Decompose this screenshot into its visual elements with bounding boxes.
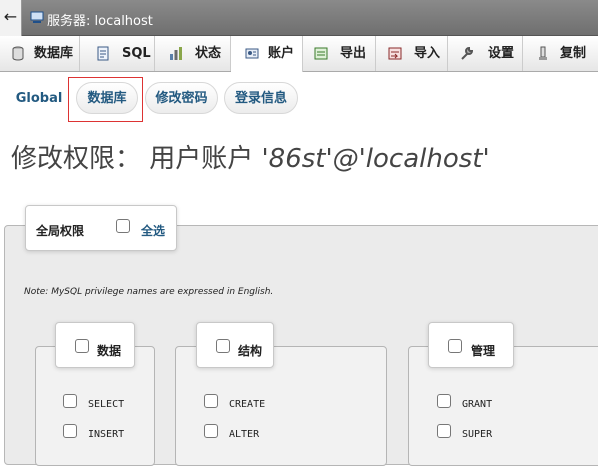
- priv-insert-checkbox[interactable]: [63, 424, 77, 438]
- tab-replication[interactable]: 复制: [523, 36, 598, 71]
- subtab-global[interactable]: Global: [10, 82, 68, 114]
- tab-databases[interactable]: 数据库: [0, 36, 80, 71]
- group-data-label: 数据: [97, 344, 122, 358]
- title-bar: ← 服务器: localhost: [0, 0, 598, 36]
- group-data-checkbox[interactable]: [75, 339, 89, 353]
- export-icon: [314, 47, 328, 60]
- main-tabs: 数据库 SQL 状态 账户 导出 导入 设置 复制: [0, 36, 598, 72]
- subtab-login-info[interactable]: 登录信息: [224, 82, 298, 114]
- group-admin-checkbox[interactable]: [448, 339, 462, 353]
- accounts-icon: [245, 48, 259, 59]
- status-icon: [170, 47, 182, 60]
- priv-select-checkbox[interactable]: [63, 394, 77, 408]
- priv-grant-label: GRANT: [462, 399, 493, 410]
- group-admin-legend: 管理: [428, 322, 514, 368]
- wrench-icon: [461, 46, 474, 60]
- global-privileges-legend: 全局权限 全选: [25, 205, 177, 251]
- database-icon: [12, 46, 24, 61]
- select-all-checkbox[interactable]: [116, 219, 130, 233]
- back-arrow-icon[interactable]: ←: [0, 0, 22, 36]
- select-all-link[interactable]: 全选: [141, 222, 165, 239]
- tab-export[interactable]: 导出: [303, 36, 376, 71]
- page-title-user: '86st'@'localhost': [261, 144, 490, 174]
- group-data-legend: 数据: [55, 322, 135, 368]
- priv-select-label: SELECT: [88, 399, 125, 410]
- window-title: 服务器: localhost: [47, 14, 153, 29]
- replication-icon: [539, 46, 547, 60]
- tab-status[interactable]: 状态: [155, 36, 231, 71]
- priv-insert-label: INSERT: [88, 429, 125, 440]
- import-icon: [388, 47, 402, 60]
- priv-grant-checkbox[interactable]: [437, 394, 451, 408]
- priv-create-checkbox[interactable]: [204, 394, 218, 408]
- group-structure-checkbox[interactable]: [216, 339, 230, 353]
- tab-sql[interactable]: SQL: [80, 36, 155, 71]
- priv-create-label: CREATE: [229, 399, 266, 410]
- priv-alter-label: ALTER: [229, 429, 260, 440]
- group-structure-label: 结构: [238, 344, 263, 358]
- tab-settings[interactable]: 设置: [448, 36, 523, 71]
- group-admin-label: 管理: [471, 344, 496, 358]
- sql-icon: [97, 46, 109, 61]
- subtab-change-password[interactable]: 修改密码: [145, 82, 218, 114]
- tab-accounts[interactable]: 账户: [231, 36, 303, 72]
- highlight-box: [68, 77, 143, 122]
- priv-alter-checkbox[interactable]: [204, 424, 218, 438]
- page-title-prefix: 修改权限： 用户账户: [11, 144, 262, 174]
- group-structure-legend: 结构: [196, 322, 274, 368]
- server-icon: [30, 11, 44, 23]
- tab-import[interactable]: 导入: [376, 36, 448, 71]
- priv-super-label: SUPER: [462, 429, 493, 440]
- page-title: 修改权限： 用户账户 '86st'@'localhost': [11, 138, 490, 175]
- privilege-note: Note: MySQL privilege names are expresse…: [24, 287, 274, 297]
- global-privileges-label: 全局权限: [36, 224, 85, 238]
- priv-super-checkbox[interactable]: [437, 424, 451, 438]
